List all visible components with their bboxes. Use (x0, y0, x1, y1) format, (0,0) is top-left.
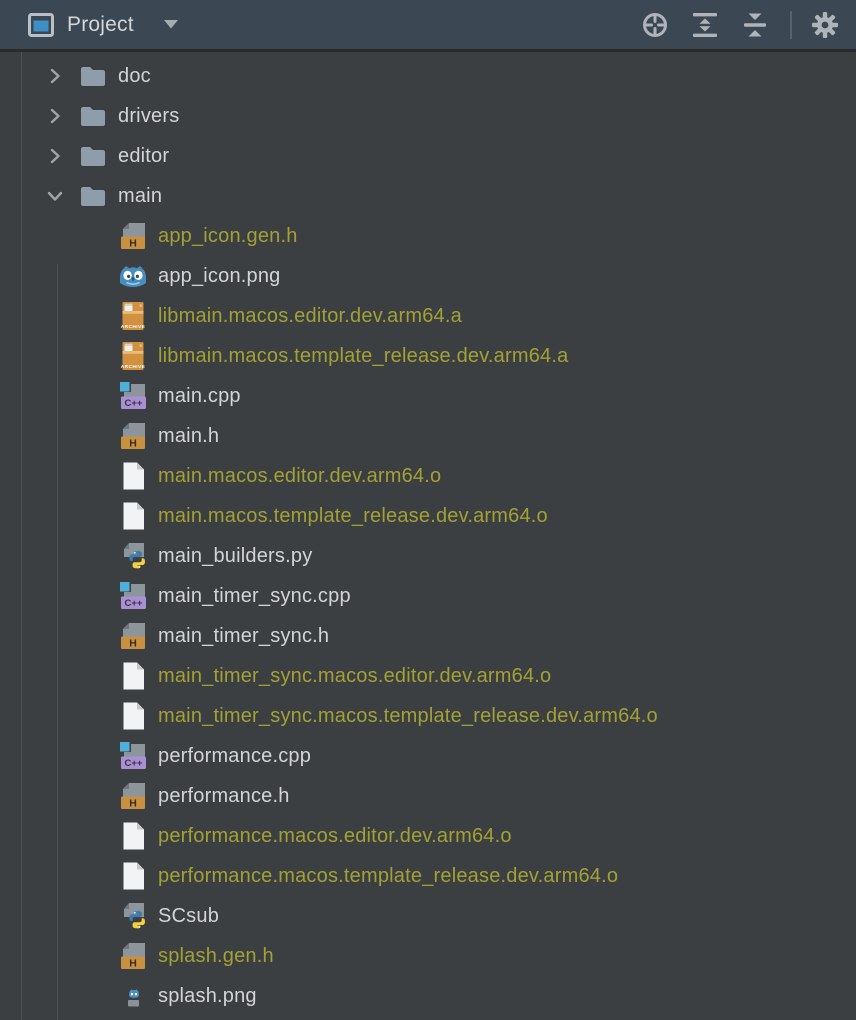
tree-row-file[interactable]: C++ main_timer_sync.cpp (0, 576, 856, 616)
folder-icon (78, 181, 108, 211)
tree-row-file[interactable]: main_timer_sync.macos.editor.dev.arm64.o (0, 656, 856, 696)
file-name: main_timer_sync.h (158, 625, 329, 648)
generic-file-icon (118, 501, 148, 531)
svg-text:C++: C++ (125, 398, 143, 409)
c-header-file-icon: H (118, 941, 148, 971)
generic-file-icon (118, 861, 148, 891)
tree-row-file[interactable]: Hmain.h (0, 416, 856, 456)
file-name: SCsub (158, 905, 219, 928)
folder-name: editor (118, 145, 169, 168)
file-name: main.cpp (158, 385, 241, 408)
svg-text:ARCHIVE: ARCHIVE (121, 324, 146, 330)
expand-all-button[interactable] (688, 8, 722, 42)
file-name: performance.macos.editor.dev.arm64.o (158, 825, 512, 848)
project-tree: docdriverseditormainHapp_icon.gen.happ_i… (0, 52, 856, 1020)
archive-file-icon: ARCHIVE (118, 301, 148, 331)
c-header-file-icon: H (118, 621, 148, 651)
tree-row-file[interactable]: Happ_icon.gen.h (0, 216, 856, 256)
folder-name: doc (118, 65, 151, 88)
settings-gear-button[interactable] (808, 8, 842, 42)
archive-file-icon: ARCHIVE (118, 341, 148, 371)
file-name: main_timer_sync.macos.template_release.d… (158, 705, 658, 728)
file-name: main_builders.py (158, 545, 312, 568)
c-header-file-icon: H (118, 221, 148, 251)
folder-icon (78, 101, 108, 131)
tree-row-file[interactable]: ARCHIVE libmain.macos.editor.dev.arm64.a (0, 296, 856, 336)
tree-row-folder-doc[interactable]: doc (0, 56, 856, 96)
svg-text:C++: C++ (125, 758, 143, 769)
tree-row-file[interactable]: SCsub (0, 896, 856, 936)
tool-window-icon (26, 10, 56, 40)
generic-file-icon (118, 821, 148, 851)
locate-file-button[interactable] (638, 8, 672, 42)
project-toolwindow-header: Project (0, 0, 856, 52)
chevron-right-icon[interactable] (44, 65, 66, 87)
file-name: main.h (158, 425, 219, 448)
chevron-down-icon[interactable] (44, 185, 66, 207)
chevron-right-icon[interactable] (44, 105, 66, 127)
svg-text:ARCHIVE: ARCHIVE (121, 364, 146, 370)
svg-text:H: H (129, 438, 137, 450)
python-file-icon (118, 901, 148, 931)
cpp-file-icon: C++ (118, 741, 148, 771)
svg-text:H: H (129, 798, 137, 810)
svg-text:C++: C++ (125, 598, 143, 609)
toolbar-divider (790, 11, 792, 39)
tree-row-file[interactable]: app_icon.png (0, 256, 856, 296)
generic-file-icon (118, 701, 148, 731)
c-header-file-icon: H (118, 781, 148, 811)
tree-row-file[interactable]: performance.macos.editor.dev.arm64.o (0, 816, 856, 856)
file-name: libmain.macos.editor.dev.arm64.a (158, 305, 462, 328)
file-name: splash.gen.h (158, 945, 274, 968)
tree-row-folder-main[interactable]: main (0, 176, 856, 216)
folder-icon (78, 141, 108, 171)
file-name: app_icon.gen.h (158, 225, 298, 248)
tree-row-file[interactable]: main_builders.py (0, 536, 856, 576)
collapse-all-button[interactable] (738, 8, 772, 42)
file-name: app_icon.png (158, 265, 281, 288)
tree-row-file[interactable]: performance.macos.template_release.dev.a… (0, 856, 856, 896)
image-thumbnail-icon (118, 981, 148, 1011)
generic-file-icon (118, 661, 148, 691)
file-name: main.macos.editor.dev.arm64.o (158, 465, 441, 488)
folder-name: main (118, 185, 162, 208)
file-name: main.macos.template_release.dev.arm64.o (158, 505, 548, 528)
tree-row-file[interactable]: Hmain_timer_sync.h (0, 616, 856, 656)
chevron-right-icon[interactable] (44, 145, 66, 167)
file-name: libmain.macos.template_release.dev.arm64… (158, 345, 568, 368)
tree-row-folder-drivers[interactable]: drivers (0, 96, 856, 136)
c-header-file-icon: H (118, 421, 148, 451)
folder-icon (78, 61, 108, 91)
tree-row-file[interactable]: main.macos.template_release.dev.arm64.o (0, 496, 856, 536)
toolwindow-title[interactable]: Project (67, 13, 134, 37)
file-name: splash.png (158, 985, 257, 1008)
tree-row-file[interactable]: C++ performance.cpp (0, 736, 856, 776)
tree-row-file[interactable]: Hsplash.gen.h (0, 936, 856, 976)
svg-text:H: H (129, 958, 137, 970)
cpp-file-icon: C++ (118, 381, 148, 411)
svg-text:H: H (129, 638, 137, 650)
chevron-down-icon[interactable] (164, 20, 178, 29)
file-name: main_timer_sync.cpp (158, 585, 351, 608)
python-file-icon (118, 541, 148, 571)
generic-file-icon (118, 461, 148, 491)
tree-row-file[interactable]: main.macos.editor.dev.arm64.o (0, 456, 856, 496)
file-name: performance.cpp (158, 745, 311, 768)
cpp-file-icon: C++ (118, 581, 148, 611)
godot-image-icon (118, 261, 148, 291)
tree-row-file[interactable]: C++ main.cpp (0, 376, 856, 416)
tree-row-file[interactable]: splash.png (0, 976, 856, 1016)
tree-row-file[interactable]: main_timer_sync.macos.template_release.d… (0, 696, 856, 736)
svg-text:H: H (129, 238, 137, 250)
tree-row-file[interactable]: ARCHIVE libmain.macos.template_release.de… (0, 336, 856, 376)
tree-row-folder-editor[interactable]: editor (0, 136, 856, 176)
file-name: performance.h (158, 785, 290, 808)
file-name: performance.macos.template_release.dev.a… (158, 865, 618, 888)
file-name: main_timer_sync.macos.editor.dev.arm64.o (158, 665, 551, 688)
tree-row-file[interactable]: Hperformance.h (0, 776, 856, 816)
folder-name: drivers (118, 105, 179, 128)
